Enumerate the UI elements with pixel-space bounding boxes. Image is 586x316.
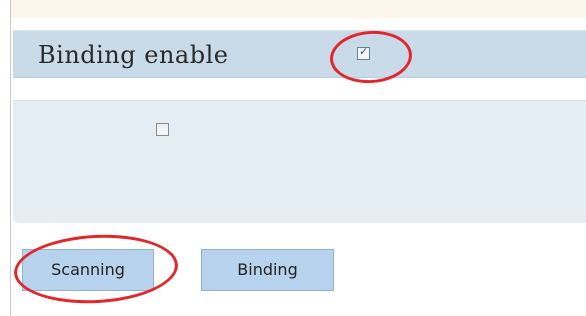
binding-enable-title: Binding enable — [38, 41, 229, 69]
annotation-circle-scanning — [12, 230, 180, 308]
option-checkbox[interactable] — [156, 123, 169, 136]
binding-button[interactable]: Binding — [201, 249, 334, 291]
top-notice-strip — [11, 0, 586, 18]
left-border-rule — [10, 0, 11, 316]
binding-options-panel — [13, 100, 586, 223]
